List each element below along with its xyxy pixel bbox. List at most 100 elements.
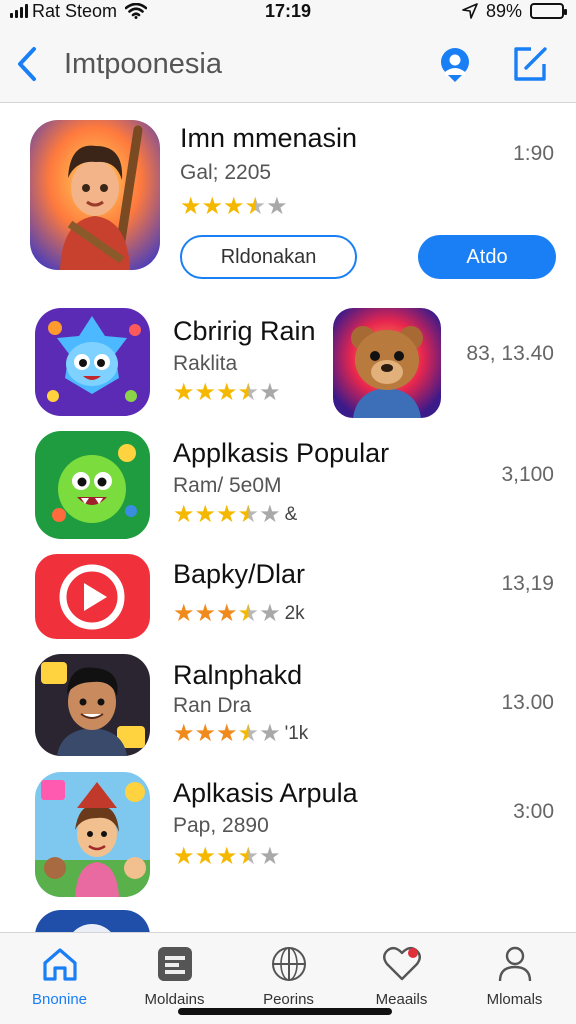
star-icon: ★	[259, 379, 281, 406]
app-name: Bapky/Dlar	[173, 559, 306, 589]
app-icon-graphic	[73, 924, 111, 932]
star-icon: ★	[237, 600, 260, 627]
app-rating: ★★★★★ &	[173, 502, 297, 528]
app-name: Cbririg Rain	[173, 316, 316, 346]
app-icon[interactable]	[35, 554, 150, 639]
app-name: Applkasis Popular	[173, 438, 390, 468]
app-icon[interactable]	[333, 308, 441, 418]
app-icon[interactable]	[35, 772, 150, 897]
home-icon	[39, 943, 81, 985]
profile-icon	[441, 48, 469, 82]
page-title: Imtpoonesia	[64, 48, 222, 80]
app-icon[interactable]	[35, 431, 150, 539]
star-icon: ★	[194, 843, 217, 870]
star-rating: ★★★★★	[173, 380, 281, 406]
tab-label: Bnonine	[31, 991, 88, 1008]
featured-app-subtitle: Gal; 2205	[180, 161, 272, 184]
star-icon: ★	[259, 600, 281, 627]
featured-app-icon[interactable]	[30, 120, 160, 270]
tab-label: Mlomals	[486, 991, 543, 1008]
app-time: 3,100	[501, 463, 554, 486]
star-icon: ★	[194, 379, 217, 406]
home-indicator	[178, 1008, 392, 1015]
app-list: Imn mmenasin Gal; 2205 ★★★★★ 1:90 Rldona…	[0, 104, 576, 932]
character-icon	[30, 120, 160, 270]
star-rating: ★★★★★	[180, 194, 288, 220]
status-right: 89%	[462, 0, 567, 22]
star-icon: ★	[259, 720, 281, 747]
tab-home[interactable]: Bnonine	[2, 933, 117, 1024]
play-button-icon	[35, 554, 150, 639]
app-store-screen: Rat Steom 17:19 89% Imtpoonesia Imn mmen…	[0, 0, 576, 1024]
featured-app-time: 1:90	[513, 142, 554, 165]
star-icon: ★	[173, 501, 195, 528]
app-time: 3:00	[513, 800, 554, 823]
star-rating: ★★★★★	[173, 721, 281, 747]
star-icon: ★	[266, 193, 288, 220]
back-button[interactable]	[12, 46, 42, 82]
tab-label: Moldains	[144, 991, 205, 1008]
app-name: Ralnphakd	[173, 660, 303, 690]
app-rating: ★★★★★ '1k	[173, 721, 308, 747]
app-rating: ★★★★★	[173, 844, 285, 870]
tab-label: Meaails	[375, 991, 428, 1008]
tab-label: Peorins	[263, 991, 314, 1008]
star-rating: ★★★★★	[173, 844, 281, 870]
app-time: 83, 13.40	[466, 342, 554, 365]
primary-action-button[interactable]: Atdo	[418, 235, 556, 279]
app-icon[interactable]	[35, 654, 150, 756]
star-icon: ★	[237, 501, 260, 528]
star-icon: ★	[223, 193, 245, 220]
star-icon: ★	[173, 720, 195, 747]
star-icon: ★	[216, 843, 238, 870]
star-icon: ★	[194, 600, 217, 627]
star-icon: ★	[173, 843, 195, 870]
blue-creature-icon	[35, 308, 150, 416]
heart-icon	[381, 943, 423, 985]
star-rating: ★★★★★	[173, 502, 281, 528]
app-subtitle: Ram/ 5e0M	[173, 474, 282, 497]
chevron-left-icon	[18, 47, 36, 81]
star-icon: ★	[180, 193, 202, 220]
battery-icon	[530, 3, 567, 19]
globe-icon	[268, 943, 310, 985]
app-name: Aplkasis Arpula	[173, 778, 358, 808]
star-icon: ★	[216, 501, 238, 528]
person-icon	[494, 943, 536, 985]
star-icon: ★	[259, 843, 281, 870]
star-icon: ★	[216, 720, 238, 747]
compose-button[interactable]	[510, 44, 550, 84]
navigation-bar: Imtpoonesia	[0, 28, 576, 103]
app-rating: ★★★★★	[173, 380, 285, 406]
rating-count: &	[284, 504, 298, 525]
tab-profile[interactable]: Mlomals	[457, 933, 572, 1024]
bear-icon	[333, 308, 441, 418]
apps-icon	[154, 943, 196, 985]
featured-app-rating: ★★★★★	[180, 194, 288, 220]
star-icon: ★	[244, 193, 267, 220]
man-portrait-icon	[35, 654, 150, 756]
star-icon: ★	[237, 720, 260, 747]
star-icon: ★	[194, 720, 217, 747]
star-icon: ★	[259, 501, 281, 528]
app-icon[interactable]	[35, 308, 150, 416]
star-icon: ★	[194, 501, 217, 528]
status-bar: Rat Steom 17:19 89%	[0, 0, 576, 28]
rating-count: '1k	[284, 723, 309, 744]
app-rating: ★★★★★ 2k	[173, 601, 305, 627]
location-arrow-icon	[462, 3, 478, 19]
star-icon: ★	[201, 193, 224, 220]
star-rating: ★★★★★	[173, 601, 281, 627]
rating-count: 2k	[284, 603, 305, 624]
secondary-action-button[interactable]: Rldonakan	[180, 235, 357, 279]
star-icon: ★	[216, 600, 238, 627]
star-icon: ★	[216, 379, 238, 406]
green-monster-icon	[35, 431, 150, 539]
app-subtitle: Ran Dra	[173, 694, 252, 717]
star-icon: ★	[237, 379, 260, 406]
app-time: 13,19	[501, 572, 554, 595]
profile-button[interactable]	[435, 44, 475, 84]
app-icon-partial[interactable]	[35, 910, 150, 932]
battery-percent: 89%	[485, 0, 522, 21]
app-subtitle: Raklita	[173, 352, 238, 375]
